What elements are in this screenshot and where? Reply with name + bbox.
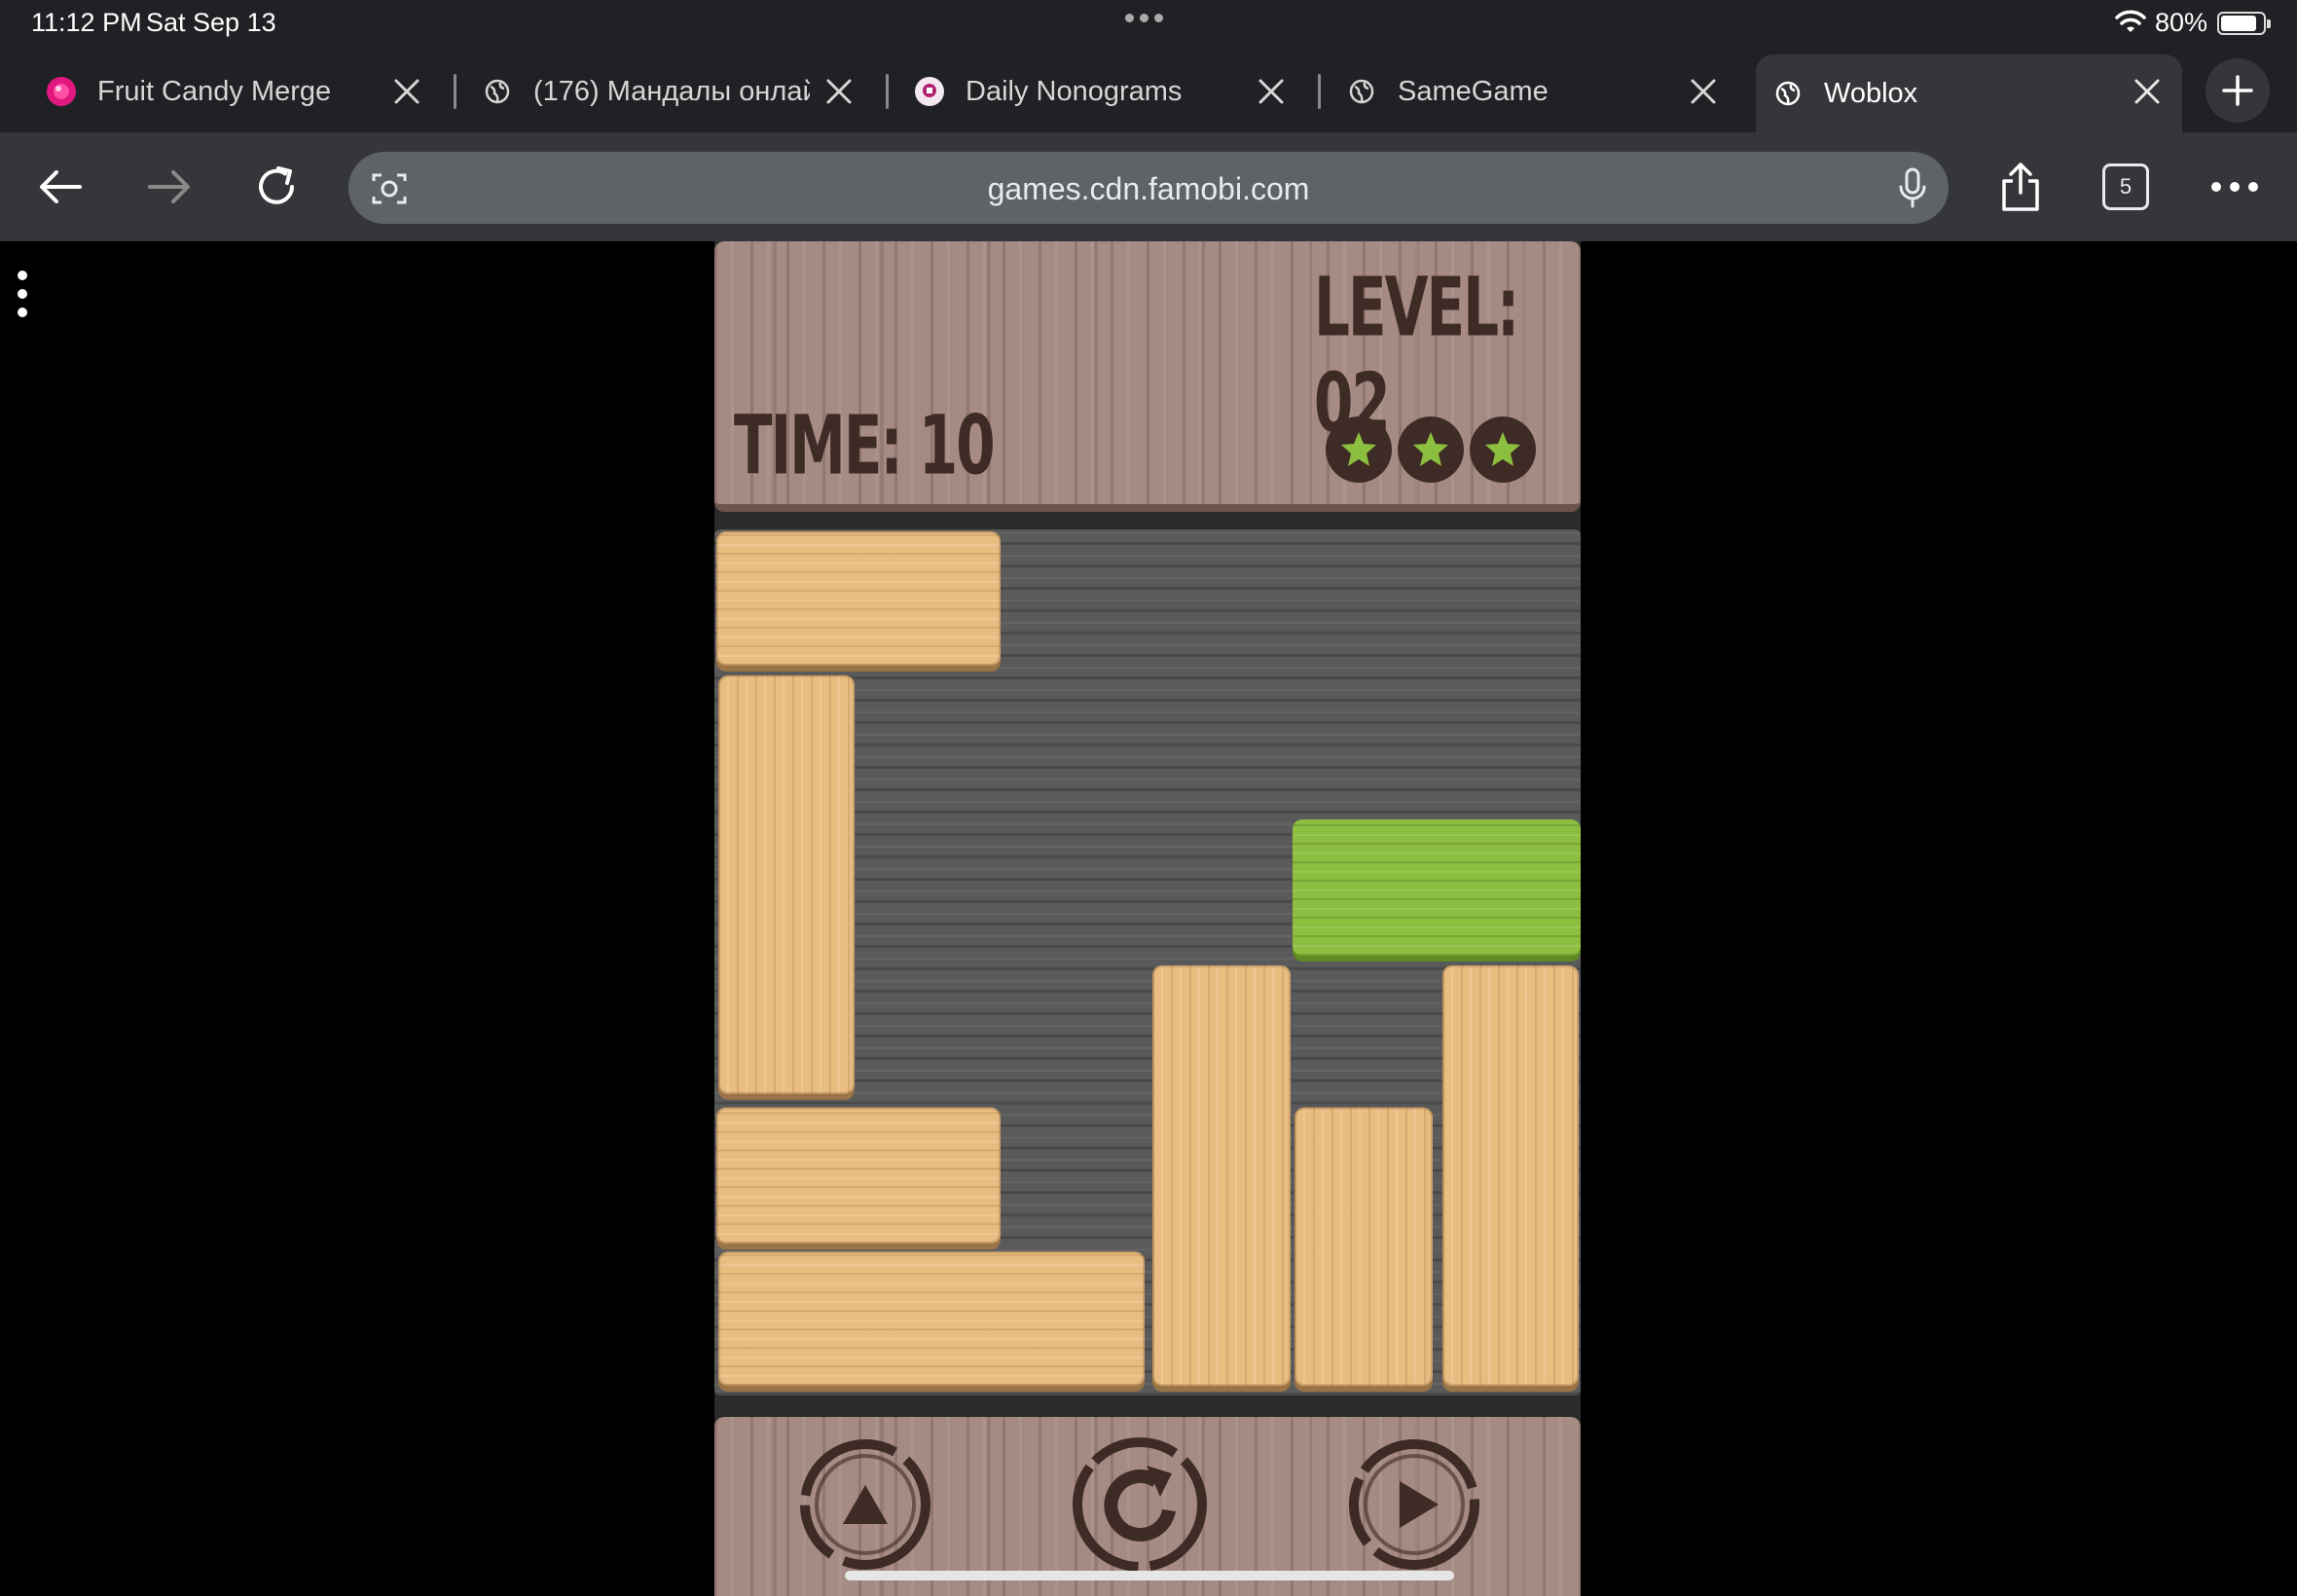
reload-icon <box>259 166 294 204</box>
share-icon <box>2002 163 2039 211</box>
close-icon[interactable] <box>2133 78 2161 105</box>
star-icon <box>1326 417 1392 483</box>
back-button[interactable] <box>33 160 88 214</box>
tab-title: Daily Nonograms <box>966 75 1183 107</box>
next-level-button[interactable] <box>1341 1427 1487 1573</box>
puzzle-board <box>714 529 1581 1396</box>
green-target-block[interactable] <box>1293 819 1581 956</box>
tab-woblox[interactable]: Woblox <box>1756 54 2182 132</box>
tab-switcher-button[interactable]: 5 <box>2102 163 2149 210</box>
globe-icon <box>483 77 512 106</box>
reload-button[interactable] <box>249 160 304 214</box>
url-text: games.cdn.famobi.com <box>987 171 1310 206</box>
play-icon <box>1400 1481 1439 1528</box>
tab-divider <box>1318 74 1321 109</box>
tab-samegame[interactable]: SameGame <box>1330 54 1738 128</box>
arrow-right-icon <box>148 170 190 203</box>
wood-block-vertical[interactable] <box>718 675 855 1094</box>
candy-icon <box>47 77 76 106</box>
wood-block-horizontal[interactable] <box>718 1251 1145 1386</box>
triangle-up-icon <box>843 1485 888 1524</box>
nonogram-icon <box>915 77 944 106</box>
close-icon[interactable] <box>825 78 853 105</box>
ellipsis-icon <box>2211 182 2258 192</box>
plus-icon <box>2222 75 2253 106</box>
tab-daily-nonograms[interactable]: Daily Nonograms <box>897 54 1306 128</box>
wifi-icon <box>2115 10 2146 32</box>
wood-block-vertical[interactable] <box>1152 965 1291 1386</box>
address-bar[interactable]: games.cdn.famobi.com <box>348 152 1949 224</box>
battery-percent: 80% <box>2155 8 2208 37</box>
tab-strip: Fruit Candy Merge (176) Мандалы онлай Da… <box>0 47 2297 132</box>
wood-block-horizontal[interactable] <box>716 1107 1001 1244</box>
status-date: Sat Sep 13 <box>146 8 276 37</box>
status-time: 11:12 PM <box>31 8 142 37</box>
tab-fruit-candy-merge[interactable]: Fruit Candy Merge <box>29 54 442 128</box>
wood-block-vertical[interactable] <box>1294 1107 1433 1386</box>
restart-button[interactable] <box>1067 1427 1213 1573</box>
status-bar: 11:12 PM Sat Sep 13 80% <box>0 0 2297 47</box>
battery-icon <box>2217 12 2271 35</box>
wood-block-vertical[interactable] <box>1442 965 1579 1386</box>
tab-mandaly[interactable]: (176) Мандалы онлай <box>465 54 874 128</box>
woblox-game: LEVEL: 02 TIME: 10 <box>714 241 1581 1596</box>
close-icon[interactable] <box>393 78 420 105</box>
tab-title: (176) Мандалы онлай <box>533 75 810 107</box>
close-icon[interactable] <box>1690 78 1717 105</box>
multitasking-dots-icon[interactable] <box>1125 14 1163 22</box>
star-icon <box>1398 417 1464 483</box>
arrow-left-icon <box>40 170 82 203</box>
more-menu-button[interactable] <box>2207 160 2262 214</box>
share-button[interactable] <box>1993 160 2048 214</box>
tab-divider <box>454 74 456 109</box>
tab-divider <box>886 74 889 109</box>
home-indicator[interactable] <box>845 1571 1454 1580</box>
tab-title: SameGame <box>1398 75 1549 107</box>
globe-icon <box>1773 79 1803 108</box>
wood-block-horizontal[interactable] <box>716 531 1001 666</box>
tab-title: Woblox <box>1824 77 1918 109</box>
prev-level-button[interactable] <box>792 1427 938 1573</box>
microphone-icon[interactable] <box>1898 167 1927 208</box>
globe-icon <box>1347 77 1376 106</box>
tab-title: Fruit Candy Merge <box>97 75 332 107</box>
browser-toolbar: games.cdn.famobi.com 5 <box>0 132 2297 241</box>
close-icon[interactable] <box>1258 78 1285 105</box>
forward-button[interactable] <box>142 160 197 214</box>
page-options-icon[interactable] <box>16 271 29 317</box>
game-controls-panel <box>714 1417 1581 1596</box>
game-header-panel: LEVEL: 02 TIME: 10 <box>714 241 1581 512</box>
new-tab-button[interactable] <box>2206 58 2270 123</box>
star-icon <box>1470 417 1536 483</box>
time-label: TIME: 10 <box>734 397 996 493</box>
